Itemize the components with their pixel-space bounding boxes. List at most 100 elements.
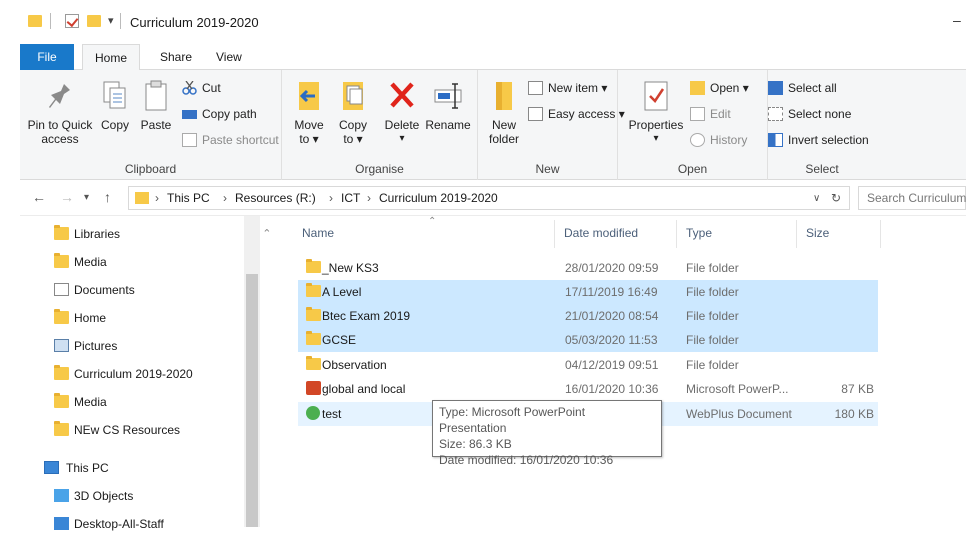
- column-separator[interactable]: [554, 220, 555, 248]
- customize-quick-access-icon[interactable]: ▾: [108, 14, 114, 27]
- file-row-gcse[interactable]: GCSE 05/03/2020 11:53 File folder: [298, 328, 878, 352]
- folder-icon: [306, 283, 321, 297]
- nav-item-media-2[interactable]: Media ✎: [20, 388, 282, 416]
- delete-button[interactable]: Delete ▾: [382, 78, 422, 146]
- properties-quick-access-icon[interactable]: [65, 14, 79, 28]
- column-separator[interactable]: [676, 220, 677, 248]
- documents-icon: [54, 283, 69, 296]
- file-type: File folder: [686, 309, 739, 323]
- scrollbar-thumb[interactable]: [246, 274, 258, 527]
- nav-item-label: Pictures: [74, 339, 118, 353]
- rename-button[interactable]: Rename: [424, 78, 472, 132]
- breadcrumb-ict[interactable]: ICT: [341, 191, 360, 205]
- new-item-button[interactable]: New item ▾: [528, 78, 607, 98]
- breadcrumb-separator-icon[interactable]: ›: [155, 191, 159, 205]
- recent-locations-chevron-icon[interactable]: ▾: [84, 192, 89, 203]
- history-button[interactable]: History: [690, 130, 747, 150]
- column-header-type[interactable]: Type: [686, 226, 712, 240]
- file-date: 28/01/2020 09:59: [565, 261, 659, 275]
- file-row-global-and-local[interactable]: global and local 16/01/2020 10:36 Micros…: [298, 377, 878, 401]
- breadcrumb-this-pc[interactable]: This PC: [167, 191, 210, 205]
- nav-item-libraries[interactable]: Libraries ✎ ⌃: [20, 220, 282, 248]
- paste-icon: [140, 78, 172, 114]
- search-input[interactable]: Search Curriculum: [858, 186, 966, 210]
- address-dropdown-chevron-icon[interactable]: ∨: [813, 193, 820, 204]
- nav-item-3d-objects[interactable]: 3D Objects: [20, 482, 282, 510]
- folder-icon: [306, 259, 321, 273]
- path-box[interactable]: › This PC › Resources (R:) › ICT › Curri…: [128, 186, 850, 210]
- column-header-name[interactable]: Name: [302, 226, 334, 240]
- nav-item-new-cs-resources[interactable]: NEw CS Resources ✎: [20, 416, 282, 444]
- select-none-button[interactable]: Select none: [768, 104, 851, 124]
- history-icon: [690, 133, 705, 147]
- up-arrow-icon[interactable]: ↑: [104, 189, 111, 205]
- tab-share[interactable]: Share: [148, 44, 204, 70]
- breadcrumb-separator-icon[interactable]: ›: [329, 191, 333, 205]
- nav-item-pictures[interactable]: Pictures ✎: [20, 332, 282, 360]
- column-separator[interactable]: [880, 220, 881, 248]
- file-name: A Level: [322, 285, 362, 299]
- tab-home[interactable]: Home: [82, 44, 141, 71]
- edit-button[interactable]: Edit: [690, 104, 731, 124]
- column-separator[interactable]: [796, 220, 797, 248]
- new-folder-button[interactable]: New folder: [484, 78, 524, 146]
- file-row-a-level[interactable]: A Level 17/11/2019 16:49 File folder: [298, 280, 878, 304]
- open-group: Properties ▾ Open ▾ Edit History Open: [618, 70, 768, 180]
- minimize-button[interactable]: –: [953, 12, 961, 28]
- nav-item-desktop[interactable]: Desktop-All-Staff: [20, 510, 282, 538]
- scissors-icon: [182, 80, 197, 95]
- nav-item-this-pc[interactable]: This PC: [20, 454, 282, 482]
- move-to-label-2: to ▾: [299, 132, 319, 146]
- easy-access-icon: [528, 107, 543, 121]
- breadcrumb-curriculum[interactable]: Curriculum 2019-2020: [379, 191, 498, 205]
- invert-selection-button[interactable]: Invert selection: [768, 130, 869, 150]
- cut-button[interactable]: Cut: [182, 78, 221, 98]
- delete-label: Delete: [384, 118, 420, 132]
- properties-dropdown-arrow[interactable]: ▾: [626, 132, 686, 146]
- file-name: Btec Exam 2019: [322, 309, 411, 323]
- back-arrow-icon[interactable]: ←: [32, 189, 46, 205]
- select-all-button[interactable]: Select all: [768, 78, 837, 98]
- nav-item-curriculum[interactable]: Curriculum 2019-2020 ✎: [20, 360, 282, 388]
- delete-dropdown-arrow[interactable]: ▾: [382, 132, 422, 146]
- breadcrumb-separator-icon[interactable]: ›: [223, 191, 227, 205]
- tooltip-date: Date modified: 16/01/2020 10:36: [439, 453, 614, 467]
- open-button[interactable]: Open ▾: [690, 78, 749, 98]
- nav-scrollbar[interactable]: [244, 216, 260, 527]
- nav-item-home[interactable]: Home ✎: [20, 304, 282, 332]
- pin-to-quick-access-button[interactable]: Pin to Quick access: [24, 78, 96, 146]
- organise-group-label: Organise: [355, 162, 404, 176]
- file-row-observation[interactable]: Observation 04/12/2019 09:51 File folder: [298, 353, 878, 377]
- column-header-date[interactable]: Date modified: [564, 226, 638, 240]
- easy-access-button[interactable]: Easy access ▾: [528, 104, 625, 124]
- paste-button[interactable]: Paste: [138, 78, 174, 132]
- breadcrumb-resources[interactable]: Resources (R:): [235, 191, 316, 205]
- forward-arrow-icon[interactable]: →: [60, 189, 74, 205]
- paste-shortcut-label: Paste shortcut: [202, 133, 279, 147]
- properties-button[interactable]: Properties ▾: [626, 78, 686, 146]
- folder-icon: [306, 331, 321, 345]
- folder-icon: [54, 393, 69, 408]
- file-row-btec-exam[interactable]: Btec Exam 2019 21/01/2020 08:54 File fol…: [298, 304, 878, 328]
- breadcrumb-separator-icon[interactable]: ›: [367, 191, 371, 205]
- refresh-icon[interactable]: ↻: [831, 191, 841, 205]
- copy-button[interactable]: Copy: [98, 78, 132, 132]
- copy-to-button[interactable]: Copy to ▾: [334, 78, 372, 146]
- column-header-size[interactable]: Size: [806, 226, 829, 240]
- copy-path-button[interactable]: Copy path: [182, 104, 257, 124]
- file-row-new-ks3[interactable]: _New KS3 28/01/2020 09:59 File folder: [298, 256, 878, 280]
- tab-file[interactable]: File: [20, 44, 74, 70]
- nav-item-label: Desktop-All-Staff: [74, 517, 164, 531]
- new-folder-quick-access-icon[interactable]: [87, 15, 101, 27]
- desktop-icon: [54, 517, 69, 530]
- open-label: Open ▾: [710, 81, 749, 95]
- webplus-icon: [306, 406, 320, 420]
- pictures-icon: [54, 339, 69, 352]
- nav-item-documents[interactable]: Documents ✎: [20, 276, 282, 304]
- paste-shortcut-button[interactable]: Paste shortcut: [182, 130, 279, 150]
- move-to-button[interactable]: Move to ▾: [290, 78, 328, 146]
- nav-item-media[interactable]: Media ✎: [20, 248, 282, 276]
- copy-path-icon: [182, 110, 197, 119]
- title-bar: ▾ Curriculum 2019-2020 –: [20, 0, 966, 44]
- tab-view[interactable]: View: [204, 44, 254, 70]
